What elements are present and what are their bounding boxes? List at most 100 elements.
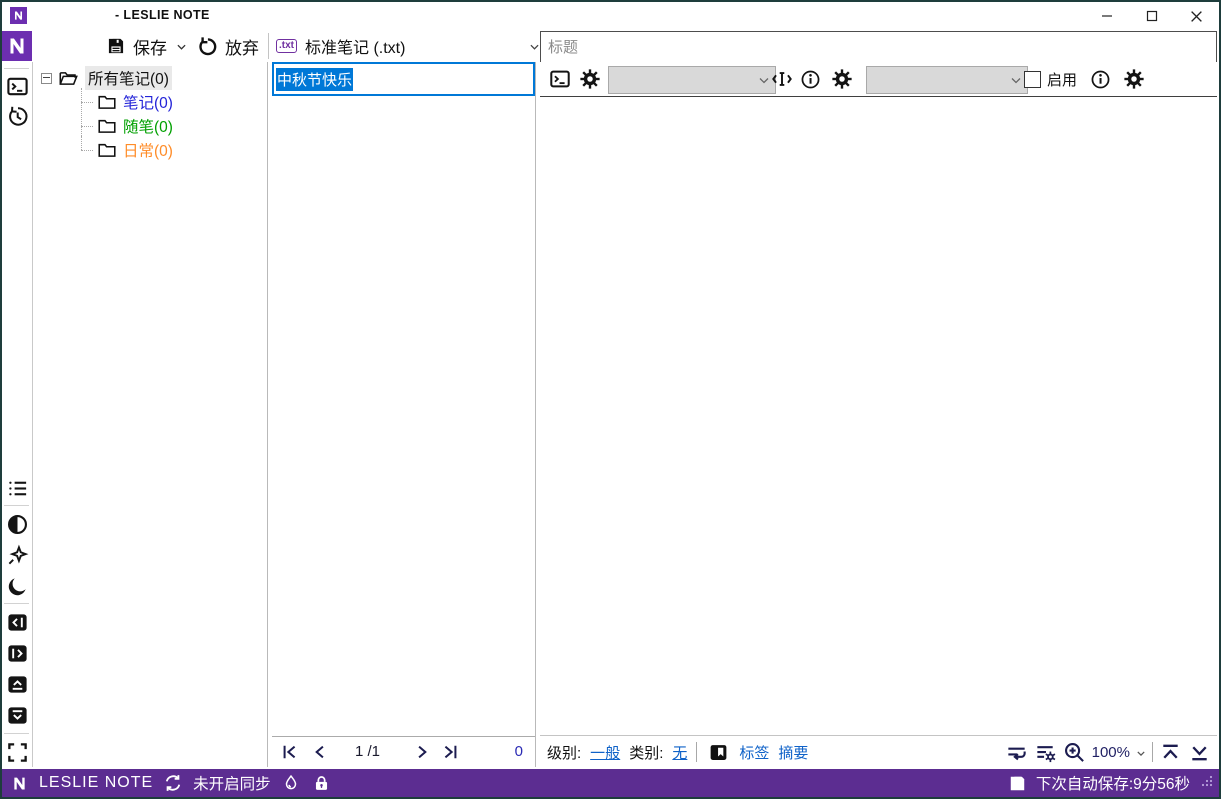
- app-logo-icon: [8, 772, 30, 794]
- statusbar-app-name: LESLIE NOTE: [39, 774, 154, 791]
- list-settings-icon[interactable]: [1034, 740, 1058, 764]
- secondary-dropdown[interactable]: [866, 66, 1028, 94]
- save-label: 保存: [133, 38, 167, 58]
- editor-content[interactable]: [540, 97, 1217, 736]
- word-wrap-icon[interactable]: [1005, 740, 1029, 764]
- gear-icon[interactable]: [830, 67, 854, 91]
- note-type-label: 标准笔记 (.txt): [305, 40, 406, 57]
- folder-icon: [98, 119, 116, 133]
- collapse-left-icon[interactable]: [5, 610, 29, 634]
- autosave-countdown: 下次自动保存:9分56秒: [1035, 776, 1190, 793]
- editor-meta-bar: 级别: 一般 类别: 无 标签 摘要 100%: [540, 737, 1217, 767]
- contrast-icon[interactable]: [5, 512, 29, 536]
- level-label: 级别:: [547, 744, 582, 762]
- rail-separator: [4, 733, 29, 734]
- status-bar: LESLIE NOTE 未开启同步 下次自动保存:9分56秒: [2, 769, 1219, 797]
- note-list-panel: 中秋节快乐 1 /1 0: [272, 62, 535, 767]
- autosave-icon: [1007, 772, 1029, 794]
- plugin-dropdown[interactable]: [608, 66, 776, 94]
- chevron-down-icon: [530, 37, 539, 55]
- collapse-right-icon[interactable]: [5, 641, 29, 665]
- tree-item-essays[interactable]: 随笔(0): [79, 114, 173, 138]
- first-page-icon[interactable]: [278, 740, 302, 764]
- prev-page-icon[interactable]: [308, 740, 332, 764]
- folder-tree: 所有笔记(0) 笔记(0) 随笔(0) 日常(0): [33, 62, 267, 767]
- editor-toolbar: 启用: [540, 62, 1217, 97]
- folder-icon: [98, 143, 116, 157]
- info-icon[interactable]: [798, 67, 822, 91]
- scroll-top-icon[interactable]: [1158, 740, 1182, 764]
- save-icon: [106, 36, 126, 56]
- flame-icon[interactable]: [280, 772, 302, 794]
- gear-icon[interactable]: [578, 67, 602, 91]
- chevron-down-icon[interactable]: [1137, 743, 1145, 761]
- maximize-button[interactable]: [1129, 2, 1174, 30]
- tree-item-label: 随笔(0): [123, 119, 173, 136]
- note-title-input[interactable]: [540, 31, 1217, 63]
- terminal-icon[interactable]: [5, 74, 29, 98]
- editor-panel: 启用 级别: 一般 类别: 无 标签 摘要 100%: [540, 62, 1217, 767]
- next-page-icon[interactable]: [410, 740, 434, 764]
- resize-grip[interactable]: [1201, 774, 1213, 792]
- rail-separator: [4, 505, 29, 506]
- tree-item-daily[interactable]: 日常(0): [79, 136, 173, 162]
- folder-icon: [98, 95, 116, 109]
- title-bar: - LESLIE NOTE: [2, 2, 1219, 30]
- collapse-expander-icon[interactable]: [41, 72, 52, 84]
- enable-checkbox[interactable]: 启用: [1024, 69, 1077, 90]
- pin-icon[interactable]: [5, 543, 29, 567]
- text-cursor-icon[interactable]: [770, 67, 794, 91]
- note-type-selector[interactable]: .txt 标准笔记 (.txt): [270, 31, 547, 61]
- tree-item-notes[interactable]: 笔记(0): [79, 90, 173, 114]
- separator: [1152, 742, 1153, 762]
- undo-icon: [199, 37, 217, 56]
- note-title-edit-field[interactable]: 中秋节快乐: [272, 62, 535, 96]
- summary-link[interactable]: 摘要: [778, 742, 808, 763]
- main-toolbar: 保存 放弃 .txt 标准笔记 (.txt): [2, 30, 1219, 63]
- category-label: 类别:: [629, 744, 664, 762]
- rail-separator: [4, 68, 29, 69]
- app-logo-icon: [10, 7, 27, 24]
- bookmark-icon[interactable]: [706, 740, 730, 764]
- lock-icon[interactable]: [311, 772, 333, 794]
- scroll-bottom-icon[interactable]: [1187, 740, 1211, 764]
- level-value-link[interactable]: 一般: [590, 742, 620, 763]
- info-icon[interactable]: [1088, 67, 1112, 91]
- close-button[interactable]: [1174, 2, 1219, 30]
- app-window: - LESLIE NOTE 保存 放弃 .txt 标准笔记 (.txt) 标题 …: [0, 0, 1221, 799]
- discard-label: 放弃: [225, 38, 259, 58]
- zoom-in-icon[interactable]: [1063, 740, 1087, 764]
- sync-icon[interactable]: [162, 772, 184, 794]
- app-logo-button[interactable]: [2, 31, 32, 61]
- rail-separator: [4, 603, 29, 604]
- save-dropdown-caret[interactable]: [177, 37, 186, 55]
- discard-button[interactable]: 放弃: [196, 34, 259, 59]
- minimize-button[interactable]: [1084, 2, 1129, 30]
- collapse-down-icon[interactable]: [5, 703, 29, 727]
- note-title-selected-text: 中秋节快乐: [276, 67, 354, 91]
- collapse-up-icon[interactable]: [5, 672, 29, 696]
- tags-link[interactable]: 标签: [739, 742, 769, 763]
- note-count: 0: [514, 743, 523, 760]
- list-icon[interactable]: [5, 476, 29, 500]
- history-icon[interactable]: [5, 104, 29, 128]
- note-list-pagination: 1 /1 0: [272, 736, 535, 767]
- gear-icon[interactable]: [1122, 67, 1146, 91]
- checkbox-icon: [1024, 71, 1041, 88]
- last-page-icon[interactable]: [438, 740, 462, 764]
- txt-file-icon: .txt: [276, 39, 297, 53]
- main-content: 所有笔记(0) 笔记(0) 随笔(0) 日常(0) 中秋节快乐 1 /1 0 启…: [2, 62, 1219, 767]
- moon-icon[interactable]: [5, 574, 29, 598]
- zoom-level-value[interactable]: 100%: [1092, 744, 1130, 761]
- fullscreen-icon[interactable]: [5, 740, 29, 764]
- toolbar-separator: [268, 33, 269, 59]
- chevron-down-icon: [1011, 77, 1021, 83]
- category-value-link[interactable]: 无: [672, 742, 687, 763]
- sync-status-text: 未开启同步: [193, 776, 271, 793]
- terminal-icon[interactable]: [548, 67, 572, 91]
- tree-item-label: 笔记(0): [123, 95, 173, 112]
- save-button[interactable]: 保存: [106, 34, 167, 59]
- window-title: - LESLIE NOTE: [115, 8, 210, 22]
- tree-item-all-notes[interactable]: 所有笔记(0): [41, 66, 172, 90]
- enable-label: 启用: [1047, 72, 1078, 89]
